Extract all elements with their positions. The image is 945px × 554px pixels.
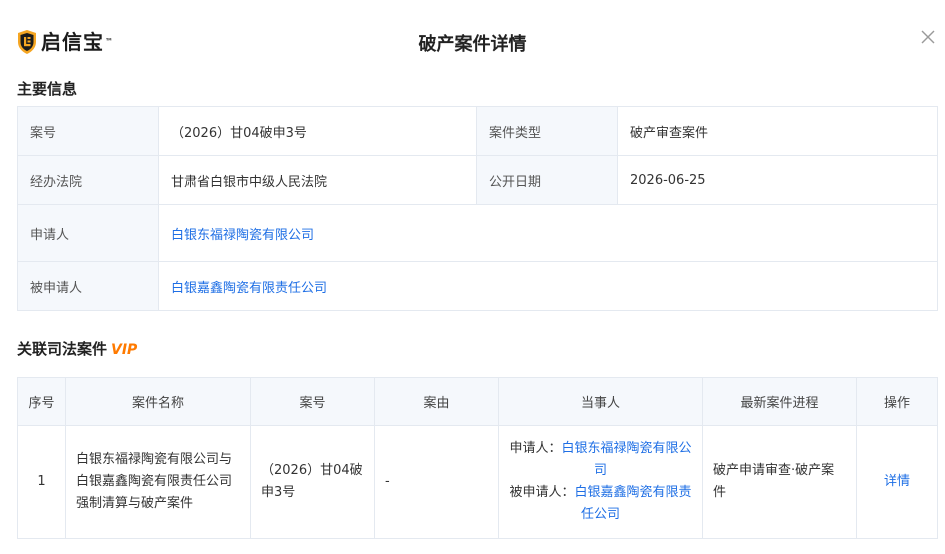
related-cases-table: 序号 案件名称 案号 案由 当事人 最新案件进程 操作 1 白银东福禄陶瓷有限公… <box>17 377 938 539</box>
header: 启信宝™ 破产案件详情 <box>0 0 945 80</box>
row-action: 详情 <box>856 425 938 539</box>
row-case-name: 白银东福禄陶瓷有限公司与白银嘉鑫陶瓷有限责任公司强制清算与破产案件 <box>65 425 251 539</box>
row-case-no: （2026）甘04破申3号 <box>250 425 375 539</box>
related-cases-title: 关联司法案件 VIP <box>17 340 138 358</box>
detail-link[interactable]: 详情 <box>884 474 910 489</box>
party-respondent: 被申请人：白银嘉鑫陶瓷有限责任公司 <box>509 485 692 522</box>
page-title: 破产案件详情 <box>418 34 527 55</box>
table-row: 1 白银东福禄陶瓷有限公司与白银嘉鑫陶瓷有限责任公司强制清算与破产案件 （202… <box>17 425 938 539</box>
row-index: 1 <box>17 425 66 539</box>
info-row-respondent: 被申请人 白银嘉鑫陶瓷有限责任公司 <box>17 261 938 311</box>
info-row-case-no: 案号 （2026）甘04破申3号 案件类型 破产审查案件 <box>17 106 938 156</box>
publish-date-label: 公开日期 <box>476 155 618 205</box>
close-icon[interactable] <box>919 28 937 46</box>
col-progress: 最新案件进程 <box>702 377 857 426</box>
publish-date-value: 2026-06-25 <box>617 155 938 205</box>
party-respondent-link[interactable]: 白银嘉鑫陶瓷有限责任公司 <box>575 485 692 522</box>
info-row-applicant: 申请人 白银东福禄陶瓷有限公司 <box>17 204 938 262</box>
case-type-value: 破产审查案件 <box>617 106 938 156</box>
court-value: 甘肃省白银市中级人民法院 <box>158 155 477 205</box>
row-cause: - <box>374 425 499 539</box>
col-case-name: 案件名称 <box>65 377 251 426</box>
party-applicant: 申请人：白银东福禄陶瓷有限公司 <box>509 441 692 478</box>
table-header-row: 序号 案件名称 案号 案由 当事人 最新案件进程 操作 <box>17 377 938 426</box>
case-no-value: （2026）甘04破申3号 <box>158 106 477 156</box>
col-cause: 案由 <box>374 377 499 426</box>
main-info-table: 案号 （2026）甘04破申3号 案件类型 破产审查案件 经办法院 甘肃省白银市… <box>17 106 938 311</box>
respondent-link[interactable]: 白银嘉鑫陶瓷有限责任公司 <box>171 281 327 296</box>
main-info-title: 主要信息 <box>17 80 78 98</box>
col-parties: 当事人 <box>498 377 703 426</box>
respondent-cell: 白银嘉鑫陶瓷有限责任公司 <box>158 261 938 311</box>
case-no-label: 案号 <box>17 106 159 156</box>
respondent-label: 被申请人 <box>17 261 159 311</box>
info-row-court: 经办法院 甘肃省白银市中级人民法院 公开日期 2026-06-25 <box>17 155 938 205</box>
applicant-link[interactable]: 白银东福禄陶瓷有限公司 <box>171 228 314 243</box>
court-label: 经办法院 <box>17 155 159 205</box>
party-applicant-link[interactable]: 白银东福禄陶瓷有限公司 <box>562 441 692 478</box>
col-index: 序号 <box>17 377 66 426</box>
applicant-cell: 白银东福禄陶瓷有限公司 <box>158 204 938 262</box>
applicant-label: 申请人 <box>17 204 159 262</box>
row-progress: 破产申请审查·破产案件 <box>702 425 857 539</box>
row-parties: 申请人：白银东福禄陶瓷有限公司 被申请人：白银嘉鑫陶瓷有限责任公司 <box>498 425 703 539</box>
col-case-no: 案号 <box>250 377 375 426</box>
col-action: 操作 <box>856 377 938 426</box>
vip-badge: VIP <box>111 342 138 358</box>
case-type-label: 案件类型 <box>476 106 618 156</box>
